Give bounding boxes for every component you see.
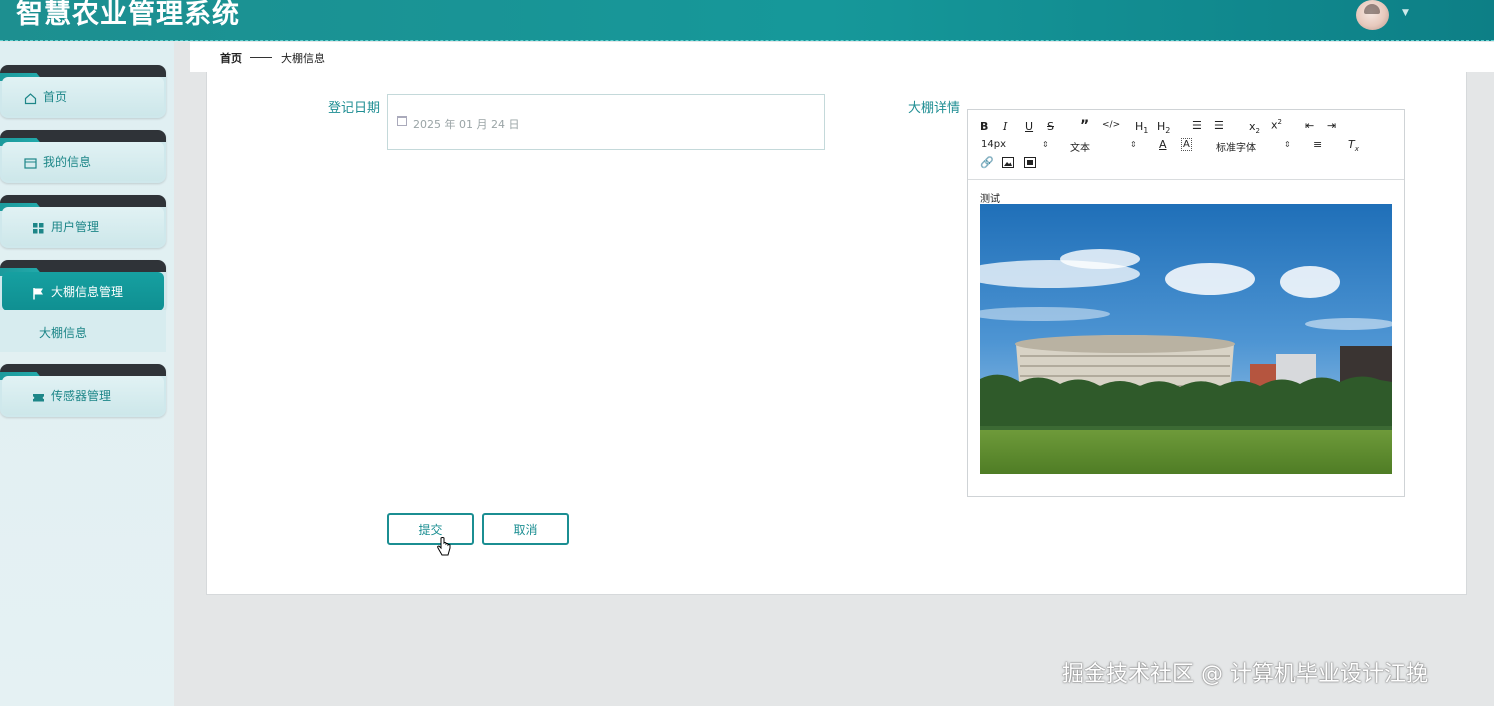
- select-arrows-icon: ⇕: [1130, 140, 1137, 149]
- cancel-button[interactable]: 取消: [482, 513, 569, 545]
- detail-label: 大棚详情: [908, 101, 961, 116]
- date-label: 登记日期: [328, 101, 381, 116]
- breadcrumb-home[interactable]: 首页: [220, 50, 242, 66]
- top-header: 智慧农业管理系统 ▼: [0, 0, 1494, 41]
- sidebar-item-user-management[interactable]: 用户管理: [0, 195, 166, 248]
- ordered-list-icon[interactable]: ☰: [1192, 119, 1202, 132]
- date-picker-input[interactable]: 2025 年 01 月 24 日: [387, 94, 825, 150]
- watermark: 掘金技术社区 @ 计算机毕业设计江挽: [1062, 662, 1428, 687]
- clear-format-icon[interactable]: Tx: [1348, 138, 1359, 153]
- align-icon[interactable]: ≡: [1313, 138, 1322, 151]
- breadcrumb-separator: [250, 57, 272, 58]
- sidebar-item-my-info[interactable]: 我的信息: [0, 130, 166, 183]
- heading1-icon[interactable]: H1: [1135, 120, 1148, 135]
- sidebar-item-sensor-management[interactable]: 传感器管理: [0, 364, 166, 417]
- blockquote-icon[interactable]: ”: [1080, 118, 1089, 134]
- subscript-icon[interactable]: x2: [1249, 120, 1260, 135]
- hand-cursor-icon: [437, 537, 451, 557]
- sidebar-item-home[interactable]: 首页: [0, 65, 166, 118]
- profile-icon: [24, 155, 37, 169]
- breadcrumb-current: 大棚信息: [281, 52, 325, 65]
- font-family-select[interactable]: 标准字体: [1216, 139, 1256, 154]
- grid-icon: [32, 220, 45, 234]
- sidebar: 首页 我的信息 用户管理 大棚信息管理 大棚信息 传感器管理: [0, 42, 174, 706]
- sidebar-item-label: 我的信息: [43, 155, 92, 169]
- bold-icon[interactable]: B: [980, 120, 988, 133]
- select-arrows-icon: ⇕: [1284, 140, 1291, 149]
- rich-text-editor[interactable]: B I U S ” </> H1 H2 ☰ ☰ x2 x2 ⇤ ⇥ 14px ⇕…: [967, 109, 1405, 497]
- sidebar-item-label: 用户管理: [51, 220, 100, 234]
- video-icon[interactable]: [1024, 157, 1036, 171]
- superscript-icon[interactable]: x2: [1271, 118, 1282, 132]
- stadium-photo: [980, 204, 1392, 474]
- chevron-down-icon[interactable]: ▼: [1402, 8, 1412, 18]
- ticket-icon: [32, 389, 45, 402]
- outdent-icon[interactable]: ⇤: [1305, 119, 1314, 132]
- sidebar-item-label: 传感器管理: [51, 389, 112, 403]
- sidebar-subitem-greenhouse-info[interactable]: 大棚信息: [0, 310, 166, 352]
- sidebar-item-greenhouse-management[interactable]: 大棚信息管理: [0, 260, 166, 313]
- font-color-icon[interactable]: A: [1159, 138, 1167, 151]
- code-icon[interactable]: </>: [1102, 120, 1120, 130]
- sidebar-item-label: 首页: [43, 90, 68, 104]
- paragraph-select[interactable]: 文本: [1070, 139, 1090, 154]
- app-title: 智慧农业管理系统: [16, 0, 240, 30]
- breadcrumb: 首页 大棚信息: [190, 42, 1494, 72]
- editor-content-text: 测试: [980, 194, 1000, 205]
- heading2-icon[interactable]: H2: [1157, 120, 1170, 135]
- strikethrough-icon[interactable]: S: [1047, 120, 1054, 133]
- sidebar-item-label: 大棚信息管理: [51, 285, 124, 299]
- bullet-list-icon[interactable]: ☰: [1214, 119, 1224, 132]
- editor-toolbar: B I U S ” </> H1 H2 ☰ ☰ x2 x2 ⇤ ⇥ 14px ⇕…: [968, 110, 1404, 180]
- select-arrows-icon: ⇕: [1042, 140, 1049, 149]
- home-icon: [24, 90, 37, 105]
- calendar-icon: [397, 116, 407, 126]
- background-color-icon[interactable]: A: [1181, 138, 1192, 151]
- image-icon[interactable]: [1002, 157, 1014, 171]
- flag-icon: [32, 285, 45, 300]
- underline-icon[interactable]: U: [1025, 120, 1033, 133]
- indent-icon[interactable]: ⇥: [1327, 119, 1336, 132]
- submit-button[interactable]: 提交: [387, 513, 474, 545]
- italic-icon[interactable]: I: [1003, 120, 1007, 133]
- avatar[interactable]: [1356, 0, 1389, 30]
- date-value: 2025 年 01 月 24 日: [413, 118, 520, 131]
- link-icon[interactable]: 🔗: [980, 156, 994, 169]
- font-size-select[interactable]: 14px: [981, 139, 1006, 150]
- sidebar-subitem-label: 大棚信息: [39, 326, 88, 340]
